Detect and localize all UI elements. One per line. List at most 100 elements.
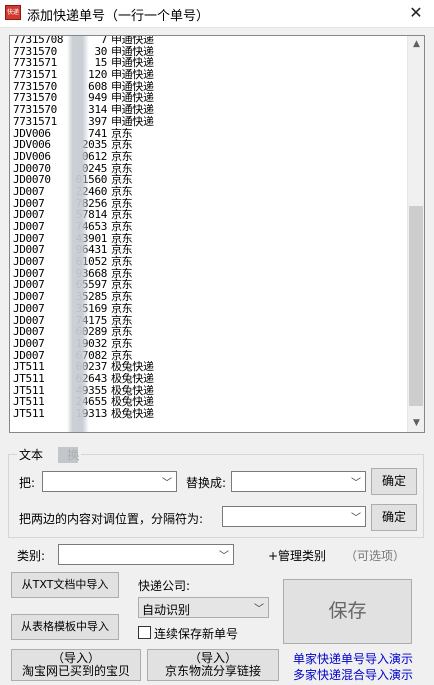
courier-label: 快递公司: bbox=[138, 579, 191, 593]
carrier-name: 极兔快递 bbox=[111, 408, 154, 420]
carrier-name: 京东 bbox=[111, 349, 133, 362]
replace-to-label: 替换成: bbox=[186, 476, 227, 490]
tracking-prefix: 7731570 bbox=[13, 45, 57, 58]
courier-combo[interactable]: 自动识别 ﹀ bbox=[138, 597, 269, 618]
chevron-down-icon: ﹀ bbox=[351, 513, 361, 524]
tracking-prefix: 77315708 bbox=[13, 35, 64, 46]
tracking-prefix: JD007 bbox=[13, 244, 45, 257]
carrier-name: 京东 bbox=[111, 337, 133, 350]
carrier-name: 极兔快递 bbox=[111, 384, 154, 397]
tracking-prefix: JD007 bbox=[13, 209, 45, 221]
tracking-prefix: JD007 bbox=[13, 221, 45, 233]
tracking-prefix: JD0070 bbox=[13, 174, 51, 186]
tracking-prefix: 7731570 bbox=[13, 92, 57, 105]
redaction-blur bbox=[58, 447, 78, 463]
tracking-prefix: JD007 bbox=[13, 291, 45, 303]
redaction-blur bbox=[67, 36, 89, 432]
category-combo[interactable]: ﹀ bbox=[58, 544, 234, 565]
carrier-name: 京东 bbox=[111, 244, 133, 257]
carrier-name: 京东 bbox=[111, 267, 133, 280]
scroll-down-arrow-icon[interactable]: ▼ bbox=[408, 415, 424, 432]
tracking-prefix: 7731571 bbox=[13, 69, 57, 81]
tracking-prefix: JT511 bbox=[13, 408, 45, 420]
carrier-name: 京东 bbox=[111, 302, 133, 315]
carrier-name: 京东 bbox=[111, 150, 133, 163]
carrier-name: 京东 bbox=[111, 197, 133, 210]
continuous-save-checkbox[interactable] bbox=[138, 626, 151, 639]
carrier-name: 京东 bbox=[111, 139, 133, 151]
carrier-name: 申通快递 bbox=[111, 92, 154, 105]
manage-category-link[interactable]: +管理类别 bbox=[268, 547, 326, 564]
import-taobao-button[interactable]: （导入） 淘宝网已买到的宝贝 bbox=[11, 649, 141, 681]
tracking-prefix: JD007 bbox=[13, 197, 45, 210]
carrier-name: 申通快递 bbox=[111, 57, 154, 70]
carrier-name: 京东 bbox=[111, 326, 133, 338]
tracking-prefix: JD007 bbox=[13, 185, 45, 198]
swap-label: 把两边的内容对调位置，分隔符为: bbox=[19, 512, 204, 526]
tracking-prefix: JT511 bbox=[13, 372, 45, 385]
single-import-demo-link[interactable]: 单家快递单号导入演示 bbox=[293, 650, 413, 667]
carrier-name: 京东 bbox=[111, 291, 133, 303]
close-icon: ✕ bbox=[409, 3, 423, 22]
carrier-name: 京东 bbox=[111, 185, 133, 198]
jd-line2: 京东物流分享链接 bbox=[164, 664, 261, 678]
tracking-number-textarea[interactable]: 77315708 7 申通快递 7731570 30 申通快递 7731571 15 申通快递 7… bbox=[9, 35, 425, 433]
carrier-name: 申通快递 bbox=[111, 35, 154, 46]
import-template-button[interactable]: 从表格模板中导入 bbox=[11, 614, 119, 640]
tracking-prefix: JD007 bbox=[13, 337, 45, 350]
chevron-down-icon: ﹀ bbox=[351, 478, 361, 489]
tracking-prefix: JD007 bbox=[13, 256, 45, 268]
close-button[interactable]: ✕ bbox=[401, 1, 431, 25]
carrier-name: 极兔快递 bbox=[111, 361, 154, 373]
continuous-save-label: 连续保存新单号 bbox=[154, 627, 239, 641]
tracking-prefix: JT511 bbox=[13, 361, 45, 373]
tracking-prefix: 7731571 bbox=[13, 115, 57, 128]
tracking-prefix: JDV006 bbox=[13, 150, 51, 163]
tracking-prefix: JD007 bbox=[13, 314, 45, 327]
import-txt-button[interactable]: 从TXT文档中导入 bbox=[11, 572, 119, 598]
optional-hint: （可选项） bbox=[345, 549, 406, 563]
save-button[interactable]: 保存 bbox=[283, 579, 412, 644]
window-title: 添加快递单号（一行一个单号） bbox=[27, 9, 210, 24]
tracking-prefix: JT511 bbox=[13, 396, 45, 408]
carrier-name: 申通快递 bbox=[111, 45, 154, 58]
carrier-name: 京东 bbox=[111, 232, 133, 245]
replace-to-combo[interactable]: ﹀ bbox=[231, 471, 366, 492]
replace-from-label: 把: bbox=[19, 476, 36, 490]
category-label: 类别: bbox=[17, 549, 46, 563]
multi-import-demo-link[interactable]: 多家快递混合导入演示 bbox=[293, 666, 413, 683]
vertical-scrollbar[interactable]: ▲ ▼ bbox=[407, 36, 424, 432]
replace-from-combo[interactable]: ﹀ bbox=[42, 471, 177, 492]
carrier-name: 京东 bbox=[111, 221, 133, 233]
tracking-prefix: JD007 bbox=[13, 349, 45, 362]
tracking-prefix: 7731570 bbox=[13, 80, 57, 93]
courier-selected: 自动识别 bbox=[142, 603, 191, 617]
tracking-prefix: JD007 bbox=[13, 232, 45, 245]
carrier-name: 极兔快递 bbox=[111, 396, 154, 408]
carrier-name: 京东 bbox=[111, 127, 133, 140]
carrier-name: 极兔快递 bbox=[111, 372, 154, 385]
tracking-prefix: JDV006 bbox=[13, 127, 51, 140]
tracking-prefix: JD007 bbox=[13, 279, 45, 292]
separator-combo[interactable]: ﹀ bbox=[222, 506, 366, 527]
tracking-prefix: 7731571 bbox=[13, 57, 57, 70]
taobao-line2: 淘宝网已买到的宝贝 bbox=[21, 664, 130, 678]
swap-confirm-button[interactable]: 确定 bbox=[371, 504, 417, 531]
carrier-name: 京东 bbox=[111, 279, 133, 292]
chevron-down-icon: ﹀ bbox=[219, 551, 229, 562]
tracking-prefix: JD007 bbox=[13, 326, 45, 338]
tracking-prefix: JD0070 bbox=[13, 162, 51, 175]
carrier-name: 京东 bbox=[111, 162, 133, 175]
carrier-name: 申通快递 bbox=[111, 104, 154, 116]
chevron-down-icon: ﹀ bbox=[254, 604, 264, 615]
tracking-prefix: JDV006 bbox=[13, 139, 51, 151]
tracking-prefix: 7731570 bbox=[13, 104, 57, 116]
carrier-name: 京东 bbox=[111, 314, 133, 327]
scroll-up-arrow-icon[interactable]: ▲ bbox=[408, 36, 424, 53]
app-icon: 快递 bbox=[5, 5, 21, 20]
import-jd-button[interactable]: （导入） 京东物流分享链接 bbox=[147, 649, 279, 681]
scroll-thumb[interactable] bbox=[409, 206, 423, 406]
carrier-name: 申通快递 bbox=[111, 69, 154, 81]
carrier-name: 京东 bbox=[111, 256, 133, 268]
replace-confirm-button[interactable]: 确定 bbox=[371, 468, 417, 495]
